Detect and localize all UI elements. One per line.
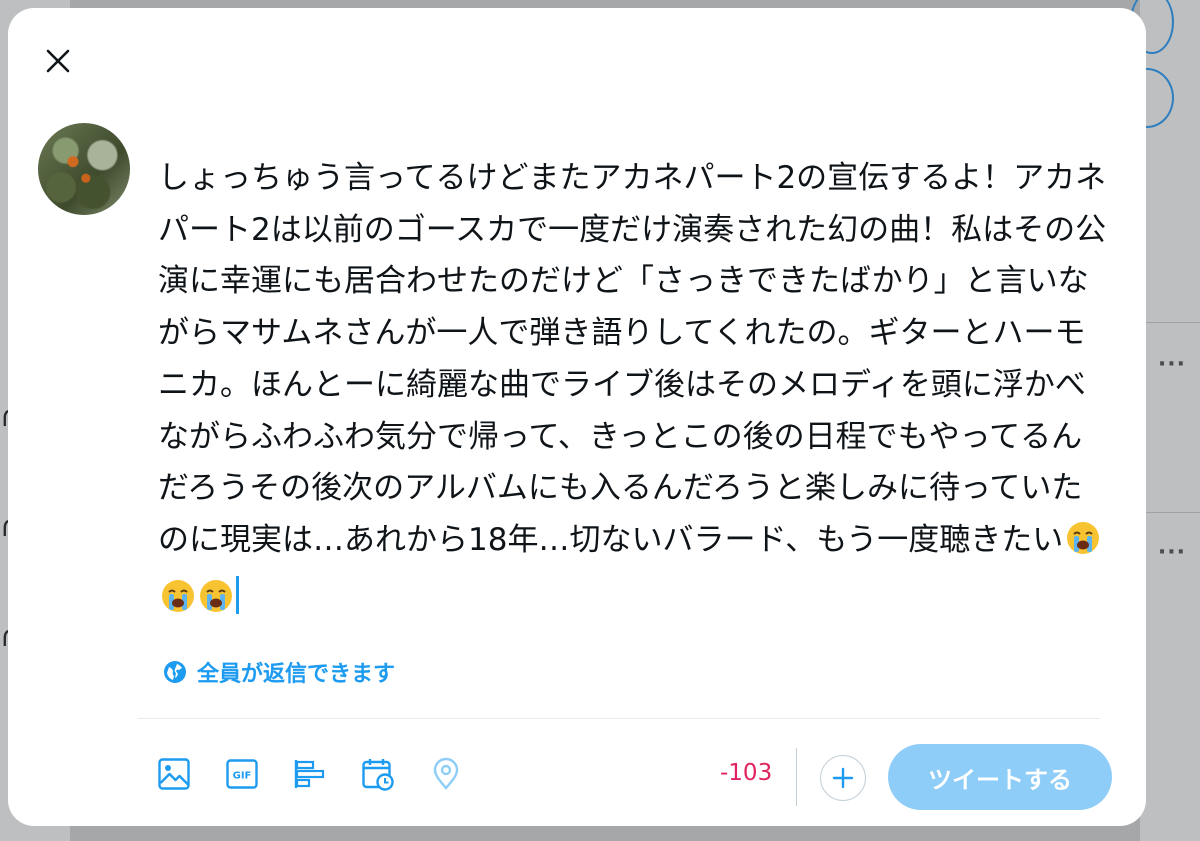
loudly-crying-face-icon (160, 578, 196, 631)
location-button[interactable] (428, 756, 464, 792)
globe-icon (164, 661, 186, 683)
toolbar-separator (796, 748, 797, 806)
loudly-crying-face-icon (198, 578, 234, 631)
add-thread-button[interactable] (820, 755, 866, 801)
avatar[interactable] (38, 123, 130, 215)
gif-icon: GIF (226, 759, 258, 789)
location-icon (433, 757, 459, 790)
tweet-text-content: しょっちゅう言ってるけどまたアカネパート2の宣伝するよ！アカネパート2は以前のゴ… (158, 160, 1107, 558)
loudly-crying-face-icon (1065, 520, 1101, 573)
gif-button[interactable]: GIF (224, 756, 260, 792)
media-button[interactable] (156, 756, 192, 792)
background-divider (1146, 512, 1200, 513)
background-divider (1146, 322, 1200, 323)
reply-setting-label: 全員が返信できます (197, 662, 396, 687)
schedule-icon (362, 759, 394, 791)
close-icon (46, 49, 70, 73)
svg-text:GIF: GIF (233, 771, 252, 782)
background-more-icon: ··· (1157, 352, 1186, 377)
plus-icon (832, 767, 854, 789)
compose-toolbar: GIF (156, 756, 464, 792)
image-icon (158, 758, 190, 790)
reply-setting-button[interactable]: 全員が返信できます (163, 656, 395, 688)
compose-tweet-modal: しょっちゅう言ってるけどまたアカネパート2の宣伝するよ！アカネパート2は以前のゴ… (8, 8, 1146, 826)
background-more-icon: ··· (1157, 540, 1186, 565)
schedule-button[interactable] (360, 756, 396, 792)
tweet-button[interactable]: ツイートする (888, 744, 1112, 810)
poll-button[interactable] (292, 756, 328, 792)
text-caret (236, 575, 239, 614)
close-button[interactable] (38, 41, 78, 81)
divider (138, 718, 1100, 719)
character-counter: -103 (720, 760, 773, 786)
poll-icon (294, 760, 325, 788)
tweet-textarea[interactable]: しょっちゅう言ってるけどまたアカネパート2の宣伝するよ！アカネパート2は以前のゴ… (158, 153, 1108, 630)
